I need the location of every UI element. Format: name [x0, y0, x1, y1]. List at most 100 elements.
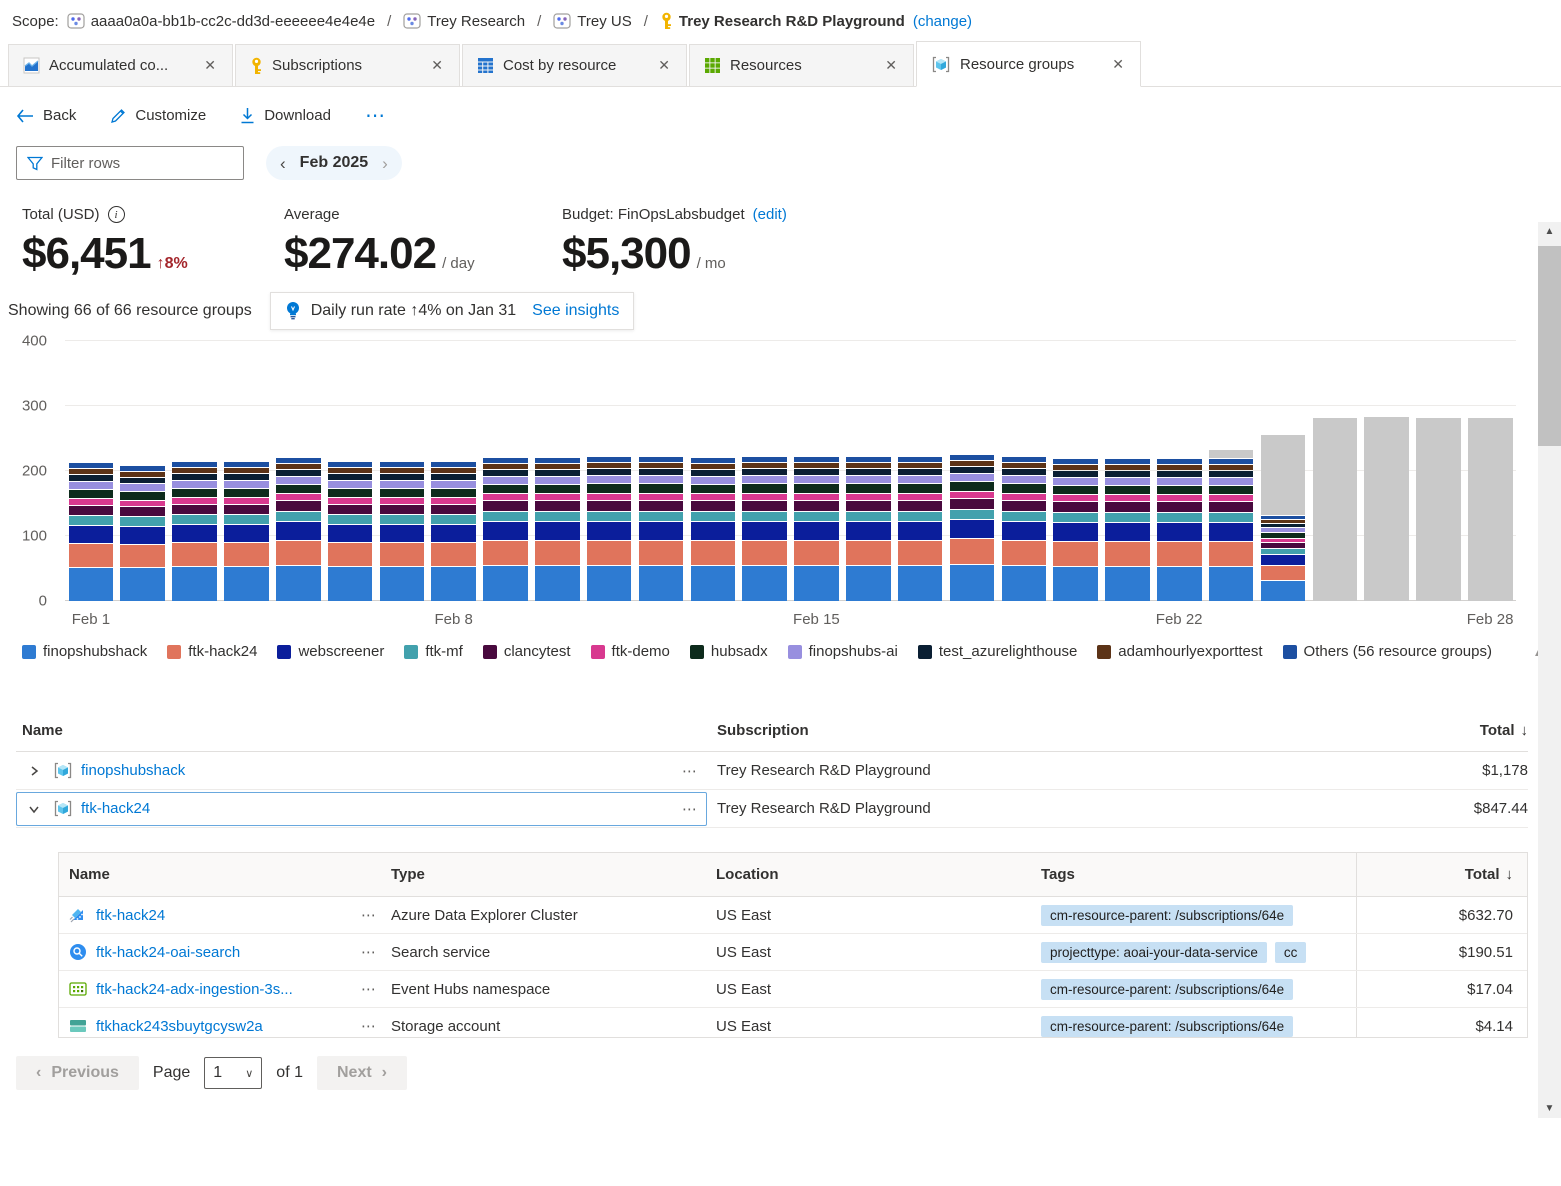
stacked-bar-feb-24[interactable]	[1261, 435, 1306, 601]
legend-item[interactable]: finopshubshack	[22, 643, 147, 660]
info-icon[interactable]: i	[108, 206, 125, 223]
subcol-tags-header[interactable]: Tags	[1041, 866, 1075, 883]
legend-item[interactable]: test_azurelighthouse	[918, 643, 1077, 660]
previous-month-button[interactable]: ‹	[280, 155, 286, 172]
stacked-bar-feb-9[interactable]	[483, 458, 528, 601]
legend-item[interactable]: adamhourlyexporttest	[1097, 643, 1262, 660]
period-label[interactable]: Feb 2025	[300, 154, 368, 172]
row-menu-button[interactable]: ⋯	[361, 906, 377, 924]
close-tab-icon[interactable]: ✕	[427, 55, 447, 76]
scope-breadcrumb-item[interactable]: Trey Research R&D Playground	[660, 12, 905, 30]
scope-change-link[interactable]: (change)	[913, 13, 972, 30]
row-menu-button[interactable]: ⋯	[682, 762, 698, 780]
legend-item[interactable]: hubsadx	[690, 643, 768, 660]
legend-item[interactable]: ftk-hack24	[167, 643, 257, 660]
scroll-down-icon[interactable]: ▼	[1538, 1103, 1561, 1114]
back-button[interactable]: Back	[16, 107, 76, 124]
stacked-bar-feb-6[interactable]	[328, 462, 373, 601]
tag-pill[interactable]: cm-resource-parent: /subscriptions/64e	[1041, 1016, 1293, 1037]
row-menu-button[interactable]: ⋯	[361, 1017, 377, 1035]
stacked-bar-feb-16[interactable]	[846, 457, 891, 601]
filter-rows-input[interactable]	[51, 155, 233, 172]
resource-group-link[interactable]: ftk-hack24	[81, 800, 150, 817]
stacked-bar-feb-5[interactable]	[276, 458, 321, 601]
stacked-bar-feb-3[interactable]	[172, 462, 217, 601]
col-subscription-header[interactable]: Subscription	[717, 722, 809, 739]
page-select[interactable]: 1 ∨	[204, 1057, 262, 1089]
scroll-up-icon[interactable]: ▲	[1538, 226, 1561, 237]
legend-item[interactable]: ftk-demo	[591, 643, 670, 660]
stacked-bar-feb-12[interactable]	[639, 457, 684, 601]
stacked-bar-feb-1[interactable]	[69, 463, 114, 601]
close-tab-icon[interactable]: ✕	[200, 55, 220, 76]
row-menu-button[interactable]: ⋯	[682, 800, 698, 818]
tab-resource-groups[interactable]: Resource groups✕	[916, 41, 1141, 87]
more-commands-button[interactable]: ⋯	[365, 111, 387, 121]
row-menu-button[interactable]: ⋯	[361, 980, 377, 998]
legend-item[interactable]: clancytest	[483, 643, 571, 660]
resource-link[interactable]: ftk-hack24-oai-search	[96, 944, 240, 961]
row-name-box[interactable]: finopshubshack ⋯	[16, 754, 707, 788]
see-insights-link[interactable]: See insights	[532, 302, 619, 320]
legend-item[interactable]: finopshubs-ai	[788, 643, 898, 660]
subcol-location-header[interactable]: Location	[716, 866, 779, 883]
stacked-bar-feb-7[interactable]	[380, 462, 425, 601]
stacked-bar-feb-19[interactable]	[1002, 457, 1047, 601]
budget-edit-link[interactable]: (edit)	[753, 206, 787, 223]
tag-pill[interactable]: projecttype: aoai-your-data-service	[1041, 942, 1267, 963]
legend-item[interactable]: Others (56 resource groups)	[1283, 643, 1492, 660]
scope-breadcrumb-item[interactable]: Trey US	[553, 13, 631, 30]
scope-breadcrumb-item[interactable]: Trey Research	[403, 13, 525, 30]
subcol-total-header[interactable]: Total	[1465, 866, 1500, 883]
tab-accumulated-co-[interactable]: Accumulated co...✕	[8, 44, 233, 86]
stacked-bar-feb-25[interactable]	[1313, 418, 1358, 601]
next-page-button[interactable]: Next›	[317, 1056, 407, 1090]
tab-subscriptions[interactable]: Subscriptions✕	[235, 44, 460, 86]
stacked-bar-feb-8[interactable]	[431, 462, 476, 601]
filter-rows-box[interactable]	[16, 146, 244, 180]
tab-resources[interactable]: Resources✕	[689, 44, 914, 86]
tag-pill[interactable]: cm-resource-parent: /subscriptions/64e	[1041, 905, 1293, 926]
scope-breadcrumb-item[interactable]: aaaa0a0a-bb1b-cc2c-dd3d-eeeeee4e4e4e	[67, 13, 375, 30]
close-tab-icon[interactable]: ✕	[1108, 54, 1128, 75]
stacked-bar-feb-11[interactable]	[587, 457, 632, 601]
tag-pill[interactable]: cm-resource-parent: /subscriptions/64e	[1041, 979, 1293, 1000]
resource-link[interactable]: ftk-hack24	[96, 907, 165, 924]
download-button[interactable]: Download	[240, 107, 331, 124]
stacked-bar-feb-13[interactable]	[691, 458, 736, 601]
previous-page-button[interactable]: ‹Previous	[16, 1056, 139, 1090]
stacked-bar-feb-27[interactable]	[1416, 418, 1461, 601]
stacked-bar-feb-10[interactable]	[535, 458, 580, 601]
col-name-header[interactable]: Name	[22, 722, 63, 739]
stacked-bar-feb-21[interactable]	[1105, 459, 1150, 601]
subcol-type-header[interactable]: Type	[391, 866, 425, 883]
vertical-scrollbar[interactable]: ▲ ▼	[1538, 222, 1561, 1118]
chevron-right-icon[interactable]	[23, 765, 45, 777]
customize-button[interactable]: Customize	[110, 107, 206, 124]
legend-item[interactable]: ftk-mf	[404, 643, 463, 660]
next-month-button[interactable]: ›	[382, 155, 388, 172]
stacked-bar-feb-14[interactable]	[742, 457, 787, 601]
resource-group-link[interactable]: finopshubshack	[81, 762, 185, 779]
stacked-bar-feb-15[interactable]	[794, 457, 839, 601]
tab-cost-by-resource[interactable]: Cost by resource✕	[462, 44, 687, 86]
stacked-bar-feb-20[interactable]	[1053, 459, 1098, 601]
stacked-bar-feb-18[interactable]	[950, 455, 995, 601]
stacked-bar-feb-23[interactable]	[1209, 450, 1254, 601]
chevron-down-icon[interactable]	[23, 803, 45, 815]
scrollbar-thumb[interactable]	[1538, 246, 1561, 446]
close-tab-icon[interactable]: ✕	[654, 55, 674, 76]
col-total-header[interactable]: Total	[1480, 722, 1515, 739]
tag-pill[interactable]: cc	[1275, 942, 1307, 963]
stacked-bar-feb-28[interactable]	[1468, 418, 1513, 601]
subcol-name-header[interactable]: Name	[69, 866, 110, 883]
stacked-bar-feb-17[interactable]	[898, 457, 943, 601]
stacked-bar-feb-4[interactable]	[224, 462, 269, 601]
close-tab-icon[interactable]: ✕	[881, 55, 901, 76]
stacked-bar-feb-26[interactable]	[1364, 417, 1409, 601]
stacked-bar-feb-22[interactable]	[1157, 459, 1202, 601]
row-menu-button[interactable]: ⋯	[361, 943, 377, 961]
row-name-box[interactable]: ftk-hack24 ⋯	[16, 792, 707, 826]
stacked-bar-feb-2[interactable]	[120, 466, 165, 601]
resource-link[interactable]: ftkhack243sbuytgcysw2a	[96, 1018, 263, 1035]
